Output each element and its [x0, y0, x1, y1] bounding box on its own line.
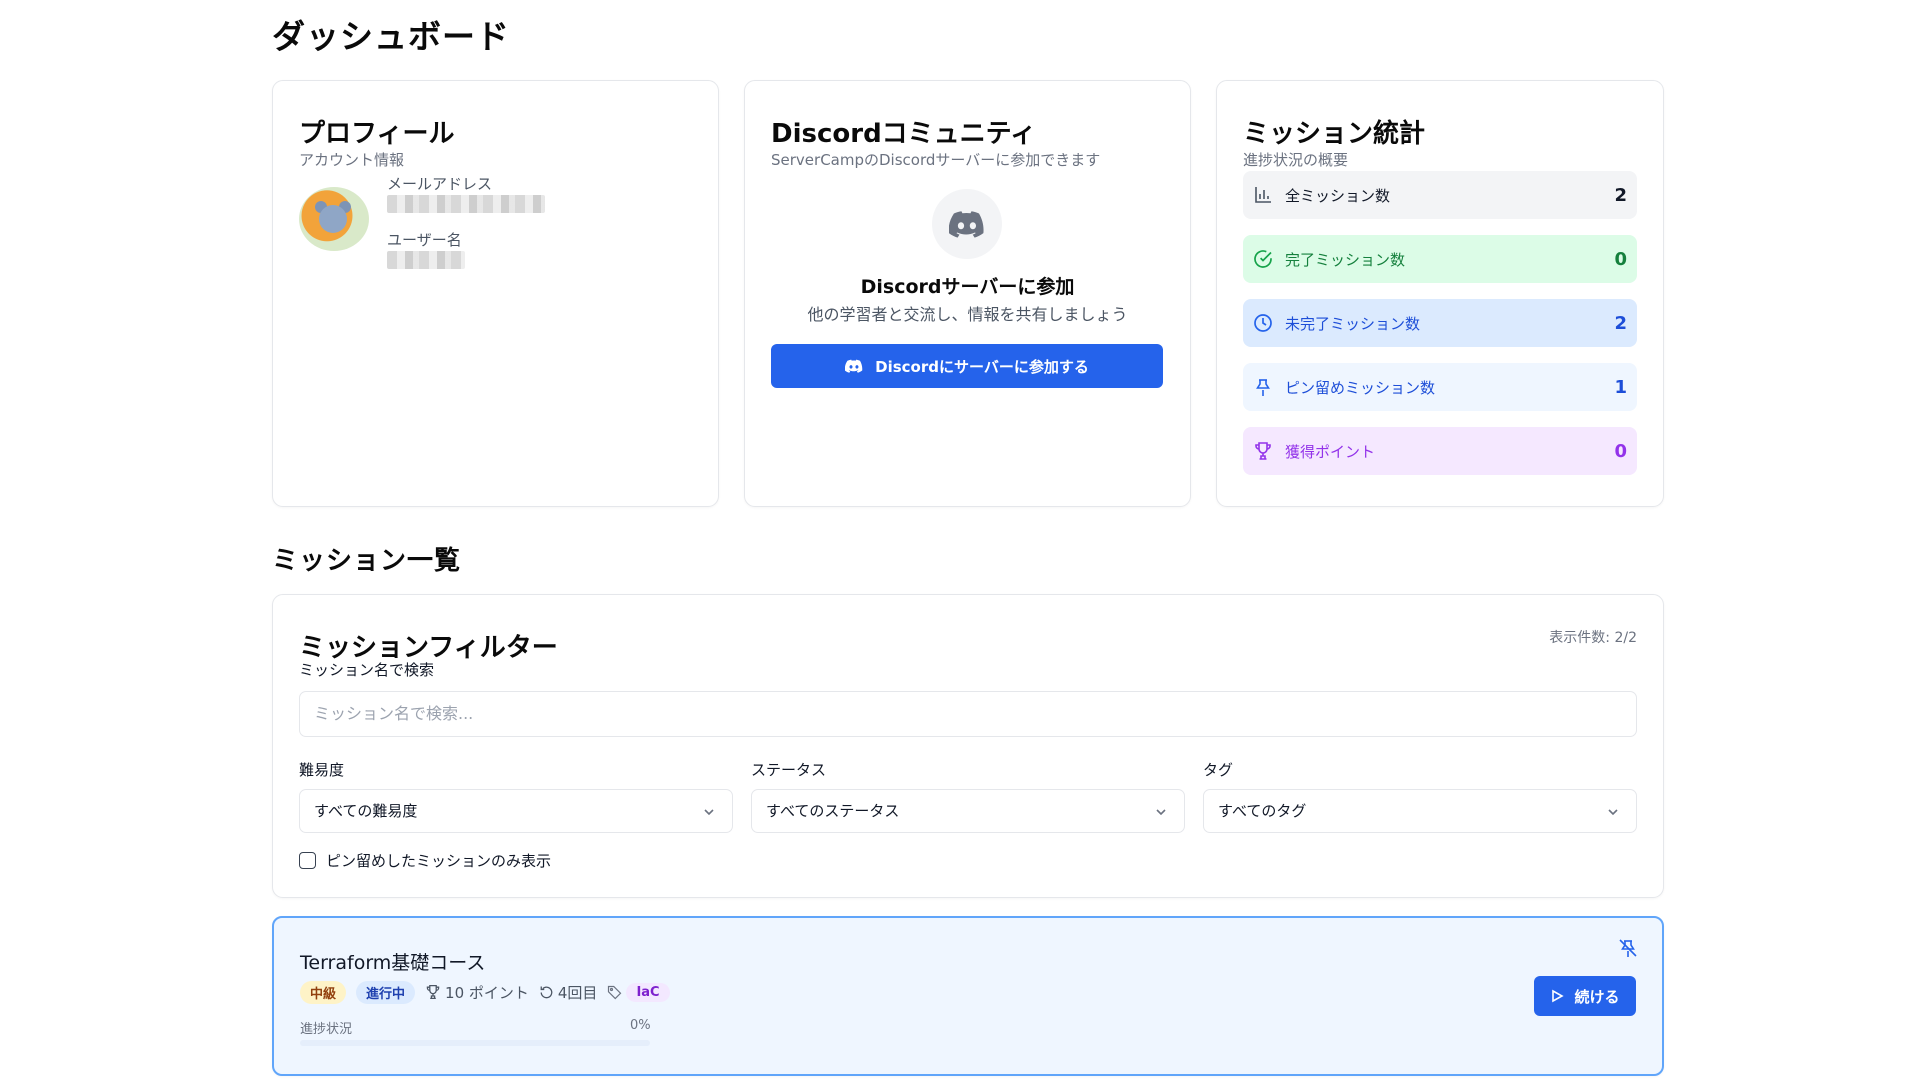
discord-icon [949, 211, 984, 238]
status-label: ステータス [751, 761, 827, 779]
play-icon [1552, 989, 1565, 1003]
discord-logo-circle [932, 189, 1002, 259]
trophy-icon [1251, 439, 1275, 463]
bar-chart-icon [1251, 183, 1275, 207]
stat-row-pinned: ピン留めミッション数 1 [1243, 363, 1637, 411]
level-badge: 中級 [300, 980, 347, 1004]
attempt-text: 4回目 [557, 983, 598, 1002]
username-value-redacted [387, 251, 465, 269]
mission-card: Terraform基礎コース 中級 進行中 10 ポイント 4回目 IaC 進捗… [272, 916, 1664, 1076]
profile-card: プロフィール アカウント情報 メールアドレス ユーザー名 [272, 80, 719, 507]
attempt-meta: 4回目 [539, 982, 598, 1003]
stat-row-completed: 完了ミッション数 0 [1243, 235, 1637, 283]
avatar [299, 187, 369, 251]
tag-meta: IaC [607, 982, 670, 1002]
profile-card-subtitle: アカウント情報 [299, 151, 405, 169]
stat-row-total: 全ミッション数 2 [1243, 171, 1637, 219]
chevron-down-icon [1156, 809, 1166, 816]
tag-select[interactable]: すべてのタグ [1203, 789, 1637, 833]
stat-label: 獲得ポイント [1285, 442, 1376, 461]
username-label: ユーザー名 [387, 231, 462, 249]
stat-row-incomplete: 未完了ミッション数 2 [1243, 299, 1637, 347]
status-select-value: すべてのステータス [766, 802, 900, 820]
status-badge: 進行中 [356, 980, 416, 1004]
chevron-down-icon [704, 809, 714, 816]
mission-stats-title: ミッション統計 [1243, 119, 1426, 149]
discord-icon [845, 359, 863, 373]
page-title: ダッシュボード [272, 17, 510, 56]
discord-join-heading: Discordサーバーに参加 [860, 276, 1075, 298]
tag-badge: IaC [626, 982, 670, 1002]
result-count: 表示件数: 2/2 [1549, 630, 1637, 646]
progress-bar [300, 1040, 650, 1046]
pin-icon [1251, 375, 1275, 399]
discord-join-button-label: Discordにサーバーに参加する [875, 357, 1089, 376]
status-select[interactable]: すべてのステータス [751, 789, 1185, 833]
stat-label: ピン留めミッション数 [1285, 378, 1436, 397]
missions-section-title: ミッション一覧 [272, 546, 462, 576]
difficulty-label: 難易度 [299, 761, 345, 779]
profile-card-title: プロフィール [299, 119, 455, 149]
trophy-icon [426, 984, 440, 1000]
mission-stats-subtitle: 進捗状況の概要 [1243, 151, 1349, 169]
stat-label: 全ミッション数 [1285, 186, 1391, 205]
difficulty-select[interactable]: すべての難易度 [299, 789, 733, 833]
progress-value: 0% [630, 1018, 651, 1033]
stat-value: 0 [1614, 248, 1627, 270]
stat-row-points: 獲得ポイント 0 [1243, 427, 1637, 475]
discord-join-description: 他の学習者と交流し、情報を共有しましょう [807, 305, 1128, 324]
rotate-icon [540, 986, 553, 998]
stat-label: 未完了ミッション数 [1285, 314, 1421, 333]
avatar-face [319, 205, 347, 233]
mission-filter-card: ミッションフィルター 表示件数: 2/2 ミッション名で検索 ミッション名で検索… [272, 594, 1664, 898]
stat-value: 2 [1614, 312, 1627, 334]
tag-label: タグ [1203, 761, 1234, 779]
discord-card-title: Discordコミュニティ [771, 119, 1037, 149]
discord-card: Discordコミュニティ ServerCampのDiscordサーバーに参加で… [744, 80, 1191, 507]
pinned-only-checkbox[interactable] [299, 852, 316, 869]
mission-stats-card: ミッション統計 進捗状況の概要 全ミッション数 2 完了ミッション数 0 未完了… [1216, 80, 1664, 507]
continue-button[interactable]: 続ける [1534, 976, 1636, 1016]
progress-label: 進捗状況 [300, 1022, 353, 1037]
search-label: ミッション名で検索 [299, 661, 435, 679]
pinned-only-label[interactable]: ピン留めしたミッションのみ表示 [326, 850, 551, 871]
unpin-icon[interactable] [1618, 938, 1638, 958]
mission-meta: 中級 進行中 10 ポイント 4回目 IaC [300, 980, 670, 1004]
difficulty-select-value: すべての難易度 [314, 802, 418, 820]
continue-button-label: 続ける [1574, 987, 1620, 1006]
points-text: 10 ポイント [445, 983, 529, 1002]
clock-icon [1251, 311, 1275, 335]
tag-select-value: すべてのタグ [1218, 802, 1307, 820]
email-label: メールアドレス [387, 175, 493, 193]
stat-label: 完了ミッション数 [1285, 250, 1406, 269]
chevron-down-icon [1608, 809, 1618, 816]
tag-icon [608, 985, 622, 999]
discord-card-subtitle: ServerCampのDiscordサーバーに参加できます [771, 151, 1101, 169]
points-meta: 10 ポイント [425, 982, 529, 1003]
mission-search-input[interactable]: ミッション名で検索... [299, 691, 1637, 737]
stat-value: 1 [1614, 376, 1627, 398]
email-value-redacted [387, 195, 545, 213]
stat-value: 0 [1614, 440, 1627, 462]
mission-title[interactable]: Terraform基礎コース [300, 948, 485, 975]
check-circle-icon [1251, 247, 1275, 271]
stat-value: 2 [1614, 184, 1627, 206]
discord-join-button[interactable]: Discordにサーバーに参加する [771, 344, 1163, 388]
